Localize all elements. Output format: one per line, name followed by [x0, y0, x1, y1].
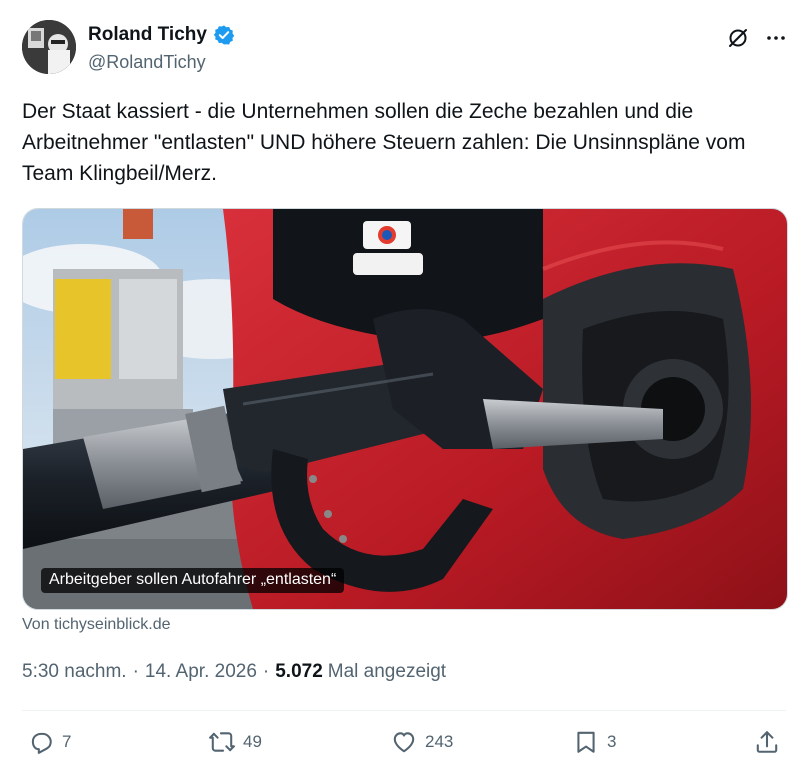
tweet-meta: 5:30 nachm. · 14. Apr. 2026 · 5.072 Mal … [22, 661, 446, 683]
reply-count: 7 [62, 732, 72, 751]
bookmark-button[interactable]: 3 [573, 729, 616, 755]
meta-separator: · [132, 661, 139, 682]
repost-count: 49 [243, 732, 262, 751]
author-display-name[interactable]: Roland Tichy [88, 24, 207, 46]
grok-icon[interactable] [724, 24, 752, 52]
tweet-text: Der Staat kassiert - die Unternehmen sol… [22, 100, 746, 185]
tweet-time[interactable]: 5:30 nachm. [22, 661, 127, 683]
meta-separator: · [262, 661, 270, 682]
reply-button[interactable]: 7 [28, 729, 71, 755]
bookmark-icon [577, 731, 595, 753]
link-card-image[interactable]: Arbeitgeber sollen Autofahrer „entlasten… [22, 208, 788, 610]
fuel-nozzle-photo [23, 209, 787, 609]
like-count: 243 [425, 732, 454, 751]
avatar[interactable] [22, 20, 76, 74]
bookmark-count: 3 [607, 732, 617, 751]
like-icon [393, 732, 415, 753]
repost-icon [209, 732, 235, 752]
share-icon [756, 731, 778, 753]
reply-icon [31, 732, 52, 754]
tweet-date[interactable]: 14. Apr. 2026 [145, 661, 257, 683]
views-label: Mal angezeigt [327, 661, 447, 682]
like-button[interactable]: 243 [391, 729, 453, 755]
verified-badge-icon [213, 24, 235, 46]
more-icon[interactable] [762, 24, 790, 52]
author-name-row[interactable]: Roland Tichy [88, 24, 235, 46]
repost-button[interactable]: 49 [209, 729, 262, 755]
author-handle[interactable]: @RolandTichy [88, 52, 206, 73]
views-count: 5.072 [275, 661, 323, 682]
share-button[interactable] [754, 729, 780, 755]
tweet-card: Roland Tichy @RolandTichy Der Staat kass… [0, 0, 811, 764]
link-card-caption: Arbeitgeber sollen Autofahrer „entlasten… [41, 568, 345, 593]
divider [22, 710, 786, 711]
link-source[interactable]: Von tichyseinblick.de [22, 616, 171, 634]
